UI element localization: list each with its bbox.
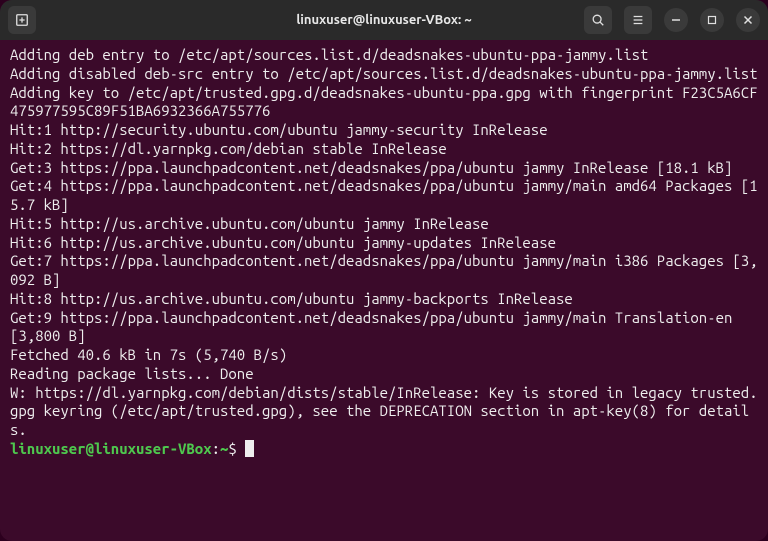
output-line: Get:9 https://ppa.launchpadcontent.net/d… <box>10 309 741 345</box>
output-line: Get:4 https://ppa.launchpadcontent.net/d… <box>10 177 758 213</box>
window-title: linuxuser@linuxuser-VBox: ~ <box>188 13 580 27</box>
output-line: Reading package lists... Done <box>10 365 254 382</box>
output-line: Hit:1 http://security.ubuntu.com/ubuntu … <box>10 121 548 138</box>
titlebar-left <box>8 6 188 34</box>
prompt-dollar: $ <box>228 440 236 457</box>
output-line: Get:7 https://ppa.launchpadcontent.net/d… <box>10 252 758 288</box>
output-line: W: https://dl.yarnpkg.com/debian/dists/s… <box>10 384 758 439</box>
output-line: Adding disabled deb-src entry to /etc/ap… <box>10 65 758 82</box>
output-line: Adding deb entry to /etc/apt/sources.lis… <box>10 46 648 63</box>
output-line: Hit:8 http://us.archive.ubuntu.com/ubunt… <box>10 290 573 307</box>
new-tab-button[interactable] <box>8 6 36 34</box>
menu-button[interactable] <box>624 6 652 34</box>
prompt-user: linuxuser@linuxuser-VBox <box>10 440 212 457</box>
minimize-button[interactable] <box>664 8 688 32</box>
cursor-icon <box>245 440 254 457</box>
search-button[interactable] <box>584 6 612 34</box>
close-button[interactable] <box>736 8 760 32</box>
terminal-output[interactable]: Adding deb entry to /etc/apt/sources.lis… <box>0 40 768 541</box>
output-line: Adding key to /etc/apt/trusted.gpg.d/dea… <box>10 84 758 120</box>
titlebar: linuxuser@linuxuser-VBox: ~ <box>0 0 768 40</box>
titlebar-right <box>580 6 760 34</box>
terminal-window: linuxuser@linuxuser-VBox: ~ <box>0 0 768 541</box>
prompt-colon: : <box>212 440 220 457</box>
output-line: Fetched 40.6 kB in 7s (5,740 B/s) <box>10 346 287 363</box>
output-line: Hit:2 https://dl.yarnpkg.com/debian stab… <box>10 140 447 157</box>
output-line: Hit:5 http://us.archive.ubuntu.com/ubunt… <box>10 215 489 232</box>
output-line: Hit:6 http://us.archive.ubuntu.com/ubunt… <box>10 234 556 251</box>
maximize-button[interactable] <box>700 8 724 32</box>
output-line: Get:3 https://ppa.launchpadcontent.net/d… <box>10 159 732 176</box>
